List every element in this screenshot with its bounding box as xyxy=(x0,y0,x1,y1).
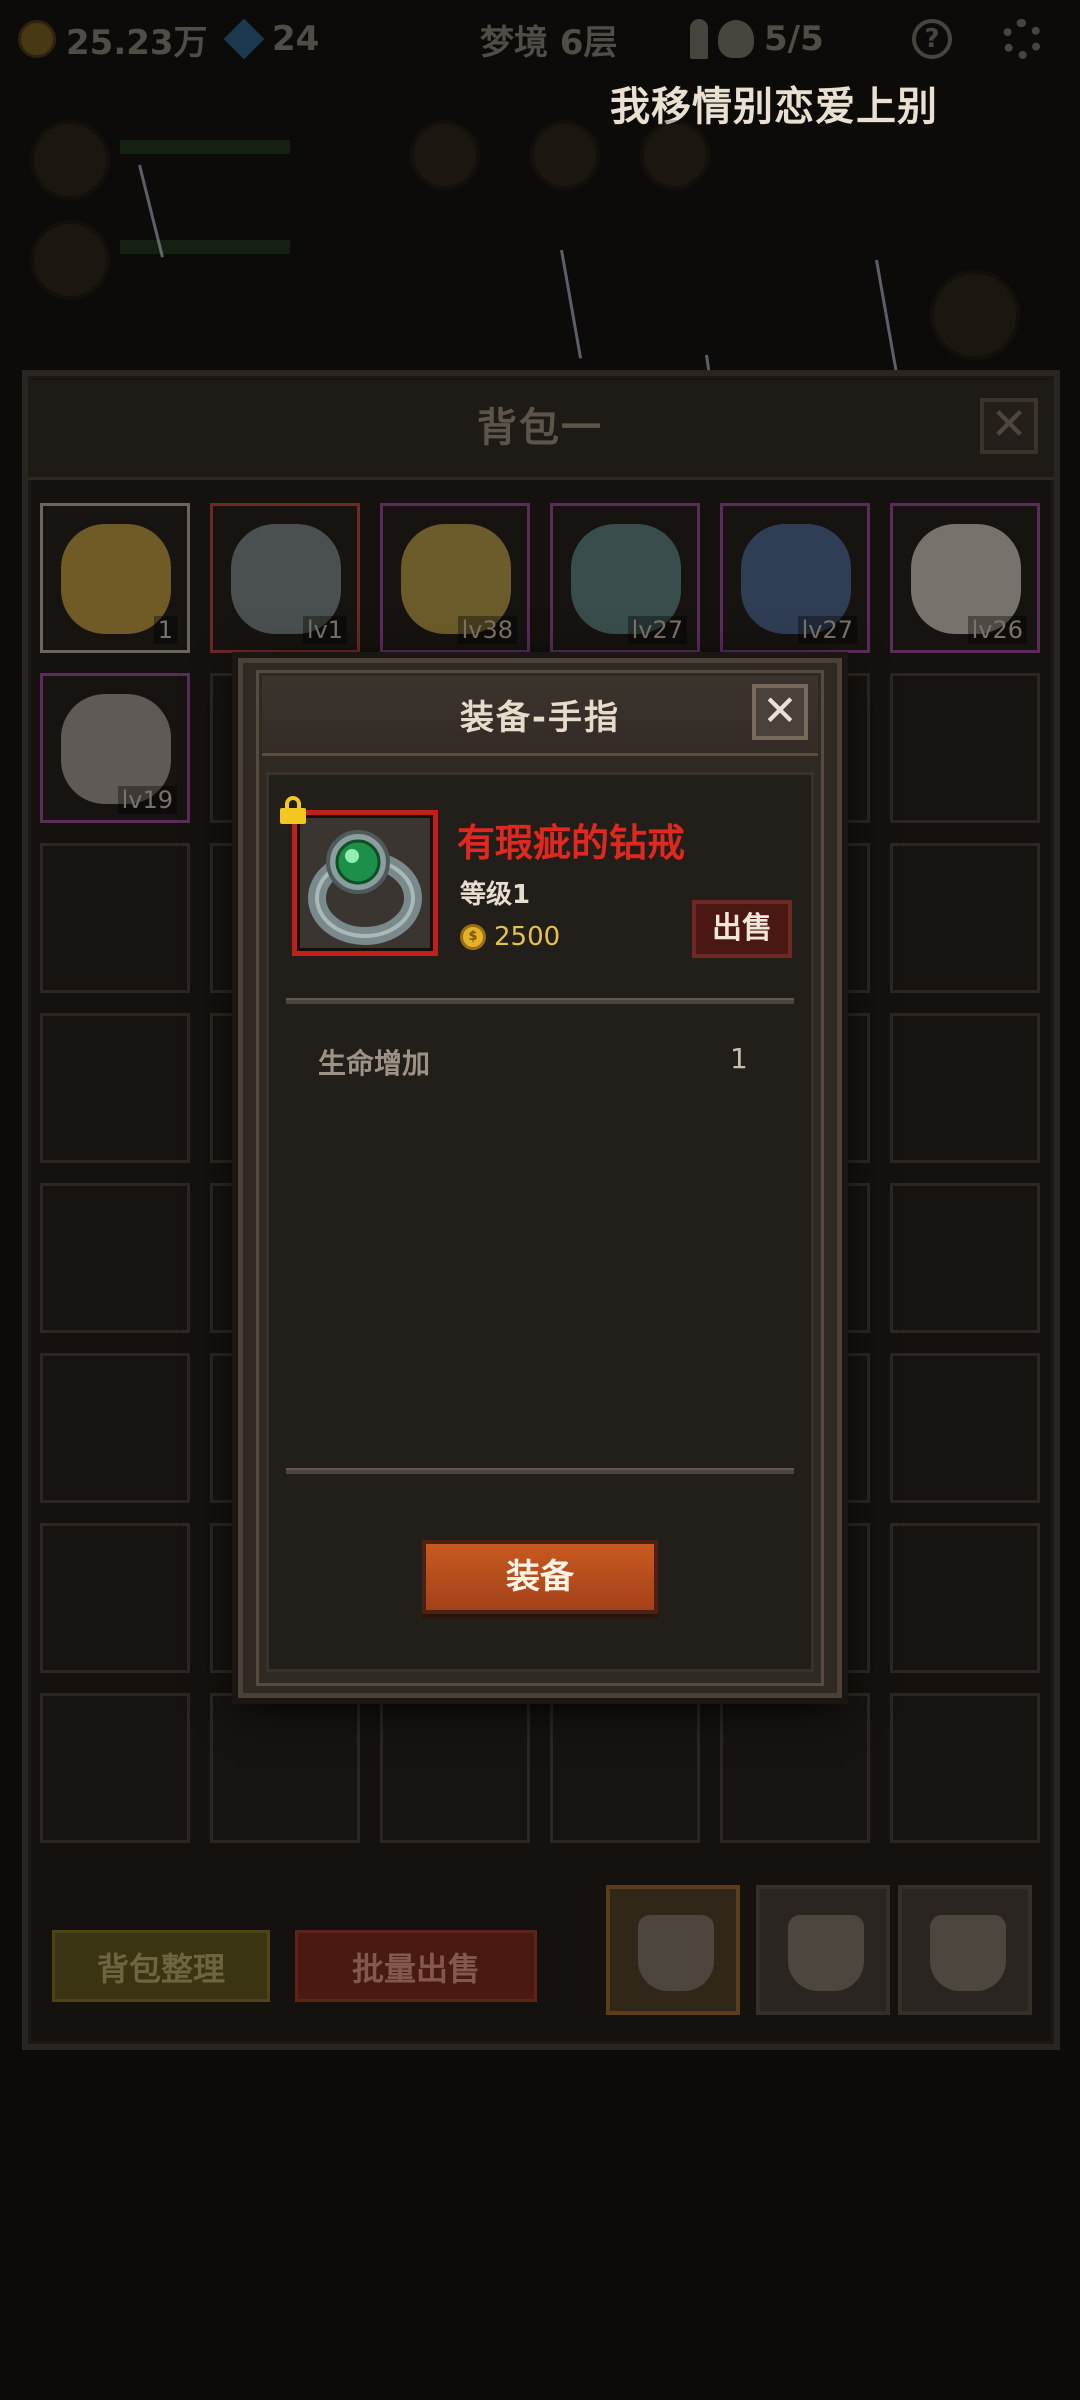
enemy-icon xyxy=(410,120,480,190)
inventory-slot[interactable] xyxy=(380,1693,530,1843)
gold-counter: 25.23万 xyxy=(18,18,208,63)
inventory-slot[interactable]: lv26 xyxy=(890,503,1040,653)
skull-counter: 5/5 xyxy=(690,18,824,60)
gem-amount: 24 xyxy=(272,19,320,59)
inventory-slot[interactable] xyxy=(40,1693,190,1843)
item-level-badge: lv27 xyxy=(797,616,857,644)
item-price: $ 2500 xyxy=(460,922,560,952)
batch-sell-button[interactable]: 批量出售 xyxy=(295,1930,537,2002)
price-value: 2500 xyxy=(494,922,561,952)
item-level-badge: lv19 xyxy=(117,786,177,814)
inventory-slot[interactable]: lv27 xyxy=(550,503,700,653)
inventory-slot[interactable] xyxy=(40,1353,190,1503)
inventory-slot[interactable] xyxy=(550,1693,700,1843)
gem-counter: 24 xyxy=(223,18,320,60)
skull-count: 5/5 xyxy=(764,19,824,59)
item-level-badge: lv27 xyxy=(627,616,687,644)
backpack-title: 背包一 xyxy=(477,405,603,451)
enemy-icon xyxy=(640,120,710,190)
rain-streak xyxy=(875,259,899,379)
backpack-icon xyxy=(638,1915,714,1991)
inventory-slot[interactable] xyxy=(210,1693,360,1843)
inventory-slot[interactable] xyxy=(40,843,190,993)
inventory-slot[interactable]: lv1 xyxy=(210,503,360,653)
backpack-close-button[interactable]: ✕ xyxy=(980,398,1038,454)
bag-tab-1[interactable] xyxy=(606,1885,740,2015)
inventory-slot[interactable]: lv27 xyxy=(720,503,870,653)
rain-streak xyxy=(560,249,583,359)
bag-tab-2[interactable] xyxy=(756,1885,890,2015)
gear-icon[interactable] xyxy=(1002,19,1042,59)
inventory-slot[interactable] xyxy=(890,1693,1040,1843)
settings-button[interactable] xyxy=(1002,18,1042,60)
inventory-slot[interactable] xyxy=(40,1183,190,1333)
item-level-badge: lv38 xyxy=(457,616,517,644)
inventory-slot[interactable]: 1 xyxy=(40,503,190,653)
inventory-slot[interactable] xyxy=(890,1523,1040,1673)
top-hud: 25.23万 24 梦境 6层 5/5 ? xyxy=(0,0,1080,80)
health-bar xyxy=(120,240,290,254)
sort-bag-button[interactable]: 背包整理 xyxy=(52,1930,270,2002)
help-icon[interactable]: ? xyxy=(912,19,952,59)
inventory-slot[interactable] xyxy=(40,1013,190,1163)
gold-amount: 25.23万 xyxy=(66,22,208,63)
equip-button[interactable]: 装备 xyxy=(422,1540,658,1614)
backpack-icon xyxy=(930,1915,1006,1991)
skull-icon xyxy=(718,20,754,58)
health-bar xyxy=(120,140,290,154)
bag-tab-3[interactable] xyxy=(898,1885,1032,2015)
coin-icon: $ xyxy=(460,924,486,950)
inventory-slot[interactable] xyxy=(890,843,1040,993)
item-level-badge: lv1 xyxy=(302,616,347,644)
inventory-slot[interactable] xyxy=(720,1693,870,1843)
inventory-slot[interactable] xyxy=(890,1013,1040,1163)
floor-indicator: 梦境 6层 xyxy=(480,18,618,63)
floor-label: 梦境 6层 xyxy=(480,22,618,63)
gold-coin-icon xyxy=(18,20,56,58)
inventory-slot[interactable] xyxy=(890,673,1040,823)
inventory-slot[interactable] xyxy=(40,1523,190,1673)
inventory-slot[interactable] xyxy=(890,1183,1040,1333)
boss-portrait xyxy=(930,270,1020,360)
item-name: 有瑕疵的钻戒 xyxy=(457,821,686,865)
item-level-badge: 1 xyxy=(153,616,177,644)
item-level-badge: lv26 xyxy=(967,616,1027,644)
key-icon xyxy=(690,19,708,59)
enemy-icon xyxy=(530,120,600,190)
item-level: 等级1 xyxy=(460,880,531,910)
lock-body xyxy=(280,808,306,824)
gem-icon xyxy=(223,18,265,60)
hero-portrait xyxy=(30,120,110,200)
divider-bottom xyxy=(286,1468,794,1474)
divider-top xyxy=(286,998,794,1004)
help-button[interactable]: ? xyxy=(912,18,952,60)
backpack-icon xyxy=(788,1915,864,1991)
stat-label: 生命增加 xyxy=(318,1047,431,1080)
stat-value: 1 xyxy=(730,1042,748,1075)
inventory-slot[interactable] xyxy=(890,1353,1040,1503)
inventory-slot[interactable]: lv19 xyxy=(40,673,190,823)
sell-button[interactable]: 出售 xyxy=(692,900,792,958)
modal-close-button[interactable]: ✕ xyxy=(752,684,808,740)
inventory-slot[interactable]: lv38 xyxy=(380,503,530,653)
hero-portrait xyxy=(30,220,110,300)
ring-icon xyxy=(308,830,422,945)
lock-icon[interactable] xyxy=(280,796,306,824)
